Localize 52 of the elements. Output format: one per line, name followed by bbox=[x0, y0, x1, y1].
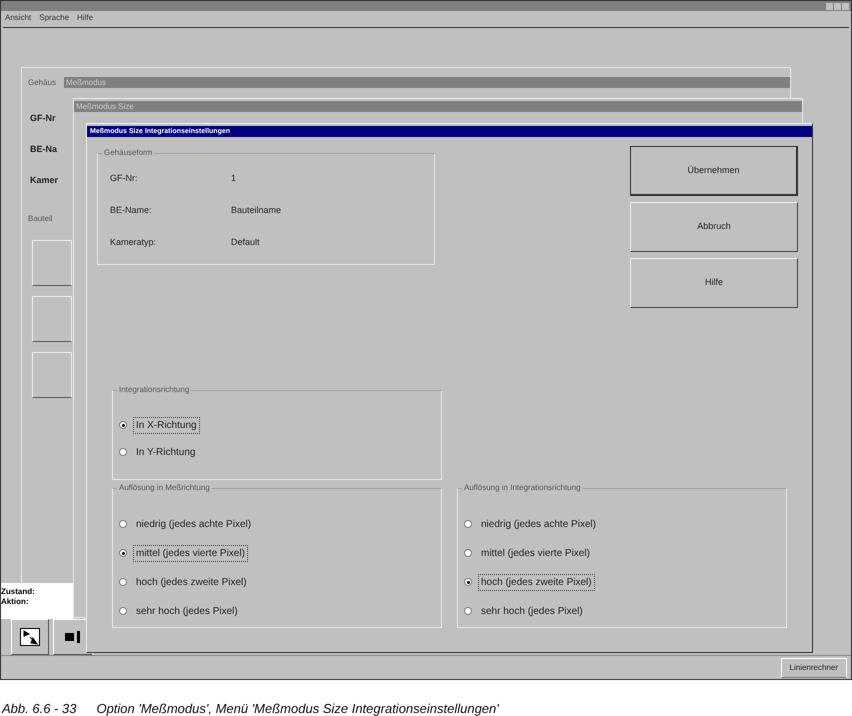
field-label: GF-Nr: bbox=[110, 172, 138, 185]
dialog-button[interactable]: Hilfe bbox=[630, 258, 798, 308]
pointer-icon bbox=[20, 628, 40, 646]
radio-button[interactable] bbox=[119, 607, 127, 615]
radio-button[interactable] bbox=[119, 520, 127, 528]
radio-label[interactable]: sehr hoch (jedes Pixel) bbox=[478, 602, 586, 620]
field-label: BE-Na bbox=[30, 143, 58, 156]
radio-label[interactable]: mittel (jedes vierte Pixel) bbox=[133, 544, 248, 562]
field-value: 1 bbox=[231, 172, 236, 185]
group-title: Auflösung in Integrationsrichtung bbox=[462, 482, 583, 494]
group-title: Bauteil bbox=[28, 213, 52, 225]
figure-caption: Option 'Meßmodus', Menü 'Meßmodus Size Integrationseinstellungen' bbox=[96, 700, 499, 716]
radio-label[interactable]: In Y-Richtung bbox=[133, 444, 198, 460]
radio-label[interactable]: niedrig (jedes achte Pixel) bbox=[478, 516, 600, 532]
field-label: Kamer bbox=[30, 174, 58, 187]
field-label: BE-Name: bbox=[110, 204, 153, 217]
group-title: Integrationsrichtung bbox=[117, 384, 192, 396]
block-icon bbox=[65, 631, 81, 643]
radio-button[interactable] bbox=[119, 448, 127, 456]
radio-button[interactable] bbox=[119, 549, 127, 557]
radio-button[interactable] bbox=[119, 421, 127, 429]
field-label: Kameratyp: bbox=[110, 236, 158, 249]
radio-label[interactable]: hoch (jedes zweite Pixel) bbox=[133, 574, 250, 590]
status-label: Aktion: bbox=[1, 597, 30, 607]
tool-button[interactable] bbox=[32, 240, 72, 286]
radio-button[interactable] bbox=[464, 578, 472, 586]
radio-label[interactable]: mittel (jedes vierte Pixel) bbox=[478, 544, 593, 562]
figure-number: Abb. 6.6 - 33 bbox=[2, 700, 76, 716]
status-field: Linienrechner bbox=[780, 658, 847, 678]
radio-label[interactable]: niedrig (jedes achte Pixel) bbox=[133, 516, 254, 532]
radio-label[interactable]: sehr hoch (jedes Pixel) bbox=[133, 602, 241, 620]
menu-item[interactable]: Hilfe bbox=[77, 12, 94, 24]
group-title: Auflösung in Meßrichtung bbox=[117, 482, 212, 494]
radio-button[interactable] bbox=[464, 549, 472, 557]
field-value: Default bbox=[231, 236, 260, 249]
radio-label[interactable]: In X-Richtung bbox=[133, 416, 200, 434]
window-title-bar: Meßmodus Size bbox=[74, 101, 802, 112]
dialog-button[interactable]: Übernehmen bbox=[630, 146, 798, 196]
tool-button[interactable] bbox=[32, 352, 72, 398]
group-title: Gehäus bbox=[28, 77, 56, 89]
window-title-bar: Meßmodus bbox=[64, 77, 790, 88]
tool-button[interactable] bbox=[32, 296, 72, 342]
menu-item[interactable]: Ansicht bbox=[5, 12, 32, 24]
dialog-button[interactable]: Abbruch bbox=[630, 202, 798, 252]
field-label: GF-Nr bbox=[30, 112, 56, 125]
field-value: Bauteilname bbox=[231, 204, 282, 217]
radio-label[interactable]: hoch (jedes zweite Pixel) bbox=[478, 574, 595, 590]
radio-button[interactable] bbox=[464, 607, 472, 615]
radio-button[interactable] bbox=[464, 520, 472, 528]
menu-item[interactable]: Sprache bbox=[39, 12, 70, 24]
radio-button[interactable] bbox=[119, 578, 127, 586]
status-label: Zustand: bbox=[1, 587, 36, 597]
